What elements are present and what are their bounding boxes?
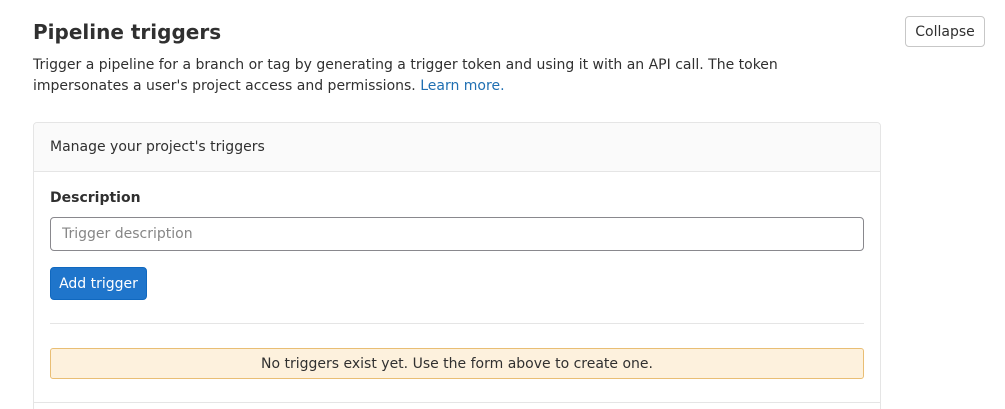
card-header: Manage your project's triggers (34, 123, 880, 172)
learn-more-link[interactable]: Learn more. (420, 78, 504, 94)
divider (50, 323, 864, 324)
description-label: Description (50, 190, 141, 206)
trigger-description-input[interactable] (50, 217, 864, 251)
card-footer-divider (34, 402, 880, 403)
empty-state-alert: No triggers exist yet. Use the form abov… (50, 348, 864, 379)
section-title: Pipeline triggers (33, 20, 222, 44)
add-trigger-button[interactable]: Add trigger (50, 267, 147, 300)
section-description: Trigger a pipeline for a branch or tag b… (33, 55, 873, 97)
pipeline-triggers-page: Pipeline triggers Collapse Trigger a pip… (0, 0, 1005, 409)
triggers-card: Manage your project's triggers Descripti… (33, 122, 881, 409)
collapse-button[interactable]: Collapse (905, 16, 985, 47)
description-text: Trigger a pipeline for a branch or tag b… (33, 57, 778, 94)
